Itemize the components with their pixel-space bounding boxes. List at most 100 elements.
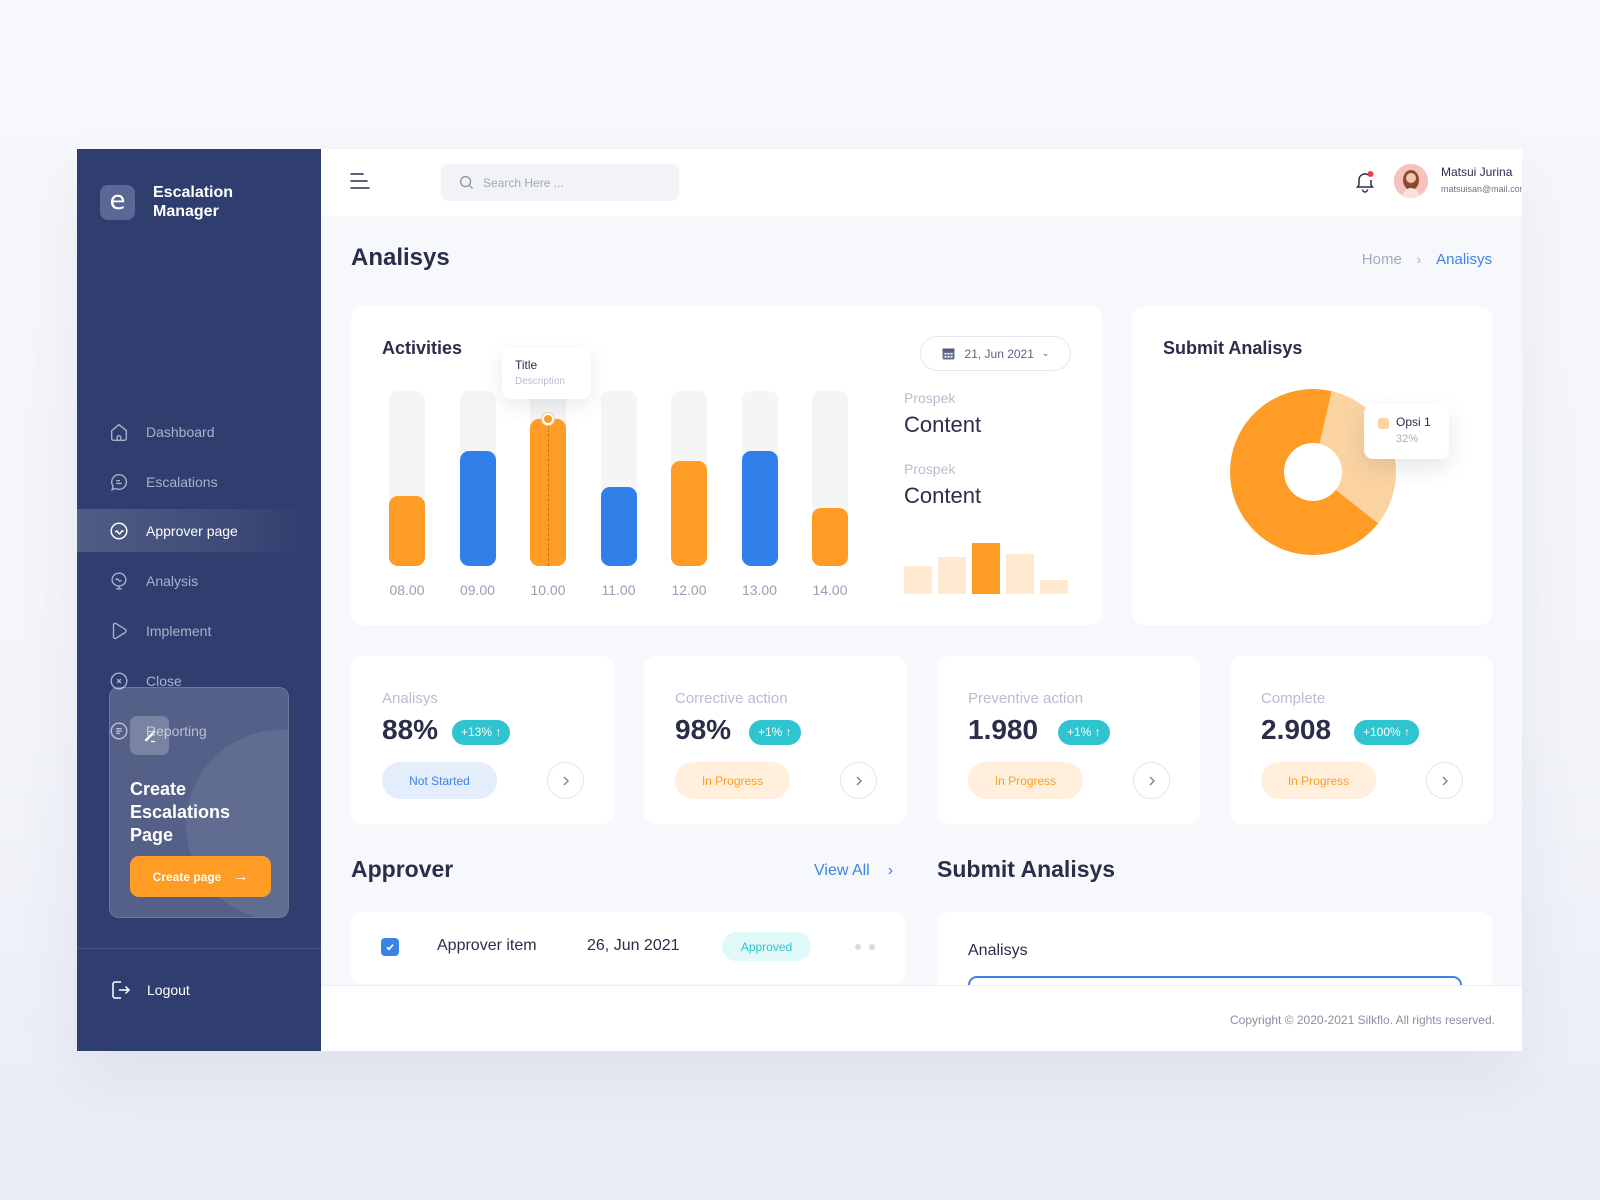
create-page-label: Create page	[152, 869, 222, 884]
breadcrumb-home[interactable]: Home	[1362, 251, 1402, 268]
delta-text: +100%	[1363, 725, 1401, 739]
analisys-field-label: Analisys	[968, 942, 1028, 959]
user-email: matsuisan@mail.com	[1441, 184, 1522, 194]
tooltip-title: Title	[515, 358, 538, 372]
stat-card-corrective-action: Corrective action 98% +1% ↑ In Progress	[644, 656, 907, 824]
bar-09.00[interactable]	[459, 450, 496, 566]
arrow-up-icon: ↑	[1094, 725, 1101, 739]
sidebar-item-dashboard[interactable]: Dashboard	[77, 410, 309, 453]
stat-delta-badge: +1% ↑	[1058, 720, 1110, 745]
stat-label: Analisys	[382, 690, 438, 707]
status-badge[interactable]: In Progress	[1261, 762, 1376, 799]
submit-analisys-title: Submit Analisys	[1163, 338, 1303, 358]
user-name: Matsui Jurina	[1441, 165, 1513, 179]
sidebar-item-escalations[interactable]: Escalations	[77, 460, 309, 503]
logout-button[interactable]: Logout	[108, 978, 190, 1002]
chat-icon	[111, 473, 128, 491]
x-tick-label: 10.00	[530, 582, 566, 598]
chevron-right-icon	[1149, 776, 1155, 785]
arrow-right-icon: →	[233, 868, 249, 885]
play-icon	[112, 622, 127, 639]
bar-08.00[interactable]	[389, 496, 425, 566]
sidebar-item-implement[interactable]: Implement	[77, 609, 309, 652]
more-options-icon[interactable]	[851, 939, 879, 955]
table-row[interactable]: Approver item 26, Jun 2021 Approved	[351, 912, 905, 984]
home-icon	[110, 423, 128, 441]
stat-delta-badge: +100% ↑	[1354, 720, 1420, 745]
stat-value: 98%	[675, 714, 732, 745]
mini-bar	[904, 566, 932, 594]
copyright: Copyright © 2020-2021 Silkflo. All right…	[1230, 1013, 1495, 1027]
notification-dot	[1367, 171, 1374, 177]
app-window: e Escalation Manager Dashboard Escalatio…	[77, 149, 1522, 1051]
delta-text: +1%	[758, 725, 783, 739]
status-badge[interactable]: In Progress	[968, 762, 1083, 799]
chevron-right-icon	[1442, 776, 1448, 785]
mini-bar	[1006, 554, 1034, 594]
status-badge: Approved	[722, 932, 811, 961]
x-tick-label: 11.00	[601, 582, 636, 598]
stat-label: Corrective action	[675, 690, 788, 707]
stat-card-analisys: Analisys 88% +13% ↑ Not Started	[351, 656, 614, 824]
promo-title: Create Escalations Page	[130, 779, 231, 845]
brand[interactable]: e Escalation Manager	[100, 183, 263, 221]
chevron-right-icon	[856, 776, 862, 785]
status-badge[interactable]: Not Started	[382, 762, 497, 799]
row-date: 26, Jun 2021	[587, 937, 680, 954]
open-details-button[interactable]	[1133, 762, 1170, 799]
x-tick-label: 09.00	[459, 582, 496, 598]
breadcrumb: Home › Analisys	[1362, 251, 1492, 268]
stat-card-complete: Complete 2.908 +100% ↑ In Progress	[1230, 656, 1493, 824]
open-details-button[interactable]	[547, 762, 584, 799]
search-input[interactable]	[483, 175, 653, 190]
legend-swatch	[1378, 418, 1389, 429]
arrow-up-icon: ↑	[495, 725, 502, 739]
arrow-up-icon: ↑	[1404, 725, 1411, 739]
search-box[interactable]	[441, 164, 679, 201]
open-details-button[interactable]	[1426, 762, 1463, 799]
pencil-icon	[130, 716, 169, 755]
create-page-button[interactable]: Create page →	[130, 856, 271, 897]
delta-text: +13%	[461, 725, 493, 739]
view-all-label: View All	[814, 862, 870, 879]
page-title: Analisys	[351, 244, 450, 271]
stat-card-preventive-action: Preventive action 1.980 +1% ↑ In Progres…	[937, 656, 1200, 824]
menu-icon[interactable]	[350, 172, 370, 190]
brand-logo-icon: e	[100, 184, 135, 220]
view-all-link[interactable]: View All ›	[814, 862, 893, 880]
x-tick-label: 14.00	[812, 582, 848, 598]
sidebar-item-label: Escalations	[146, 473, 218, 490]
sidebar-item-approver-page[interactable]: Approver page	[77, 509, 309, 552]
status-badge[interactable]: In Progress	[675, 762, 790, 799]
delta-text: +1%	[1067, 725, 1092, 739]
prospek-mini-chart	[904, 306, 1074, 625]
stat-delta-badge: +1% ↑	[749, 720, 801, 745]
avatar[interactable]	[1394, 164, 1428, 198]
sidebar-item-label: Implement	[146, 622, 212, 639]
activity-circle-icon	[110, 521, 128, 540]
notification-bell-icon[interactable]	[1354, 169, 1376, 193]
sidebar-item-label: Analysis	[146, 572, 199, 589]
logout-label: Logout	[147, 982, 190, 998]
arrow-up-icon: ↑	[785, 725, 792, 739]
bar-13.00[interactable]	[741, 450, 778, 566]
open-details-button[interactable]	[840, 762, 877, 799]
chevron-right-icon: ›	[887, 862, 894, 879]
stat-value: 2.908	[1261, 714, 1332, 745]
sidebar-item-analysis[interactable]: Analysis	[77, 559, 309, 602]
submit-analisys-form: Analisys	[937, 912, 1492, 1016]
mini-bar	[938, 557, 966, 594]
sidebar-divider	[77, 948, 321, 949]
stat-value: 88%	[382, 714, 439, 745]
monitor-chart-icon	[111, 572, 127, 589]
activities-bar-chart: 08.00 09.00 10.00 11.00 12.00 13.00 14.00	[351, 306, 881, 625]
stat-delta-badge: +13% ↑	[452, 720, 511, 745]
chart-legend: Opsi 1 32%	[1364, 404, 1449, 459]
bar-12.00[interactable]	[671, 461, 707, 566]
bar-14.00[interactable]	[812, 508, 848, 566]
bar-11.00[interactable]	[600, 487, 637, 566]
logout-icon	[112, 981, 131, 999]
row-checkbox[interactable]	[381, 938, 399, 956]
approver-title: Approver	[351, 856, 454, 882]
top-header: Matsui Jurina matsuisan@mail.com	[321, 149, 1522, 216]
